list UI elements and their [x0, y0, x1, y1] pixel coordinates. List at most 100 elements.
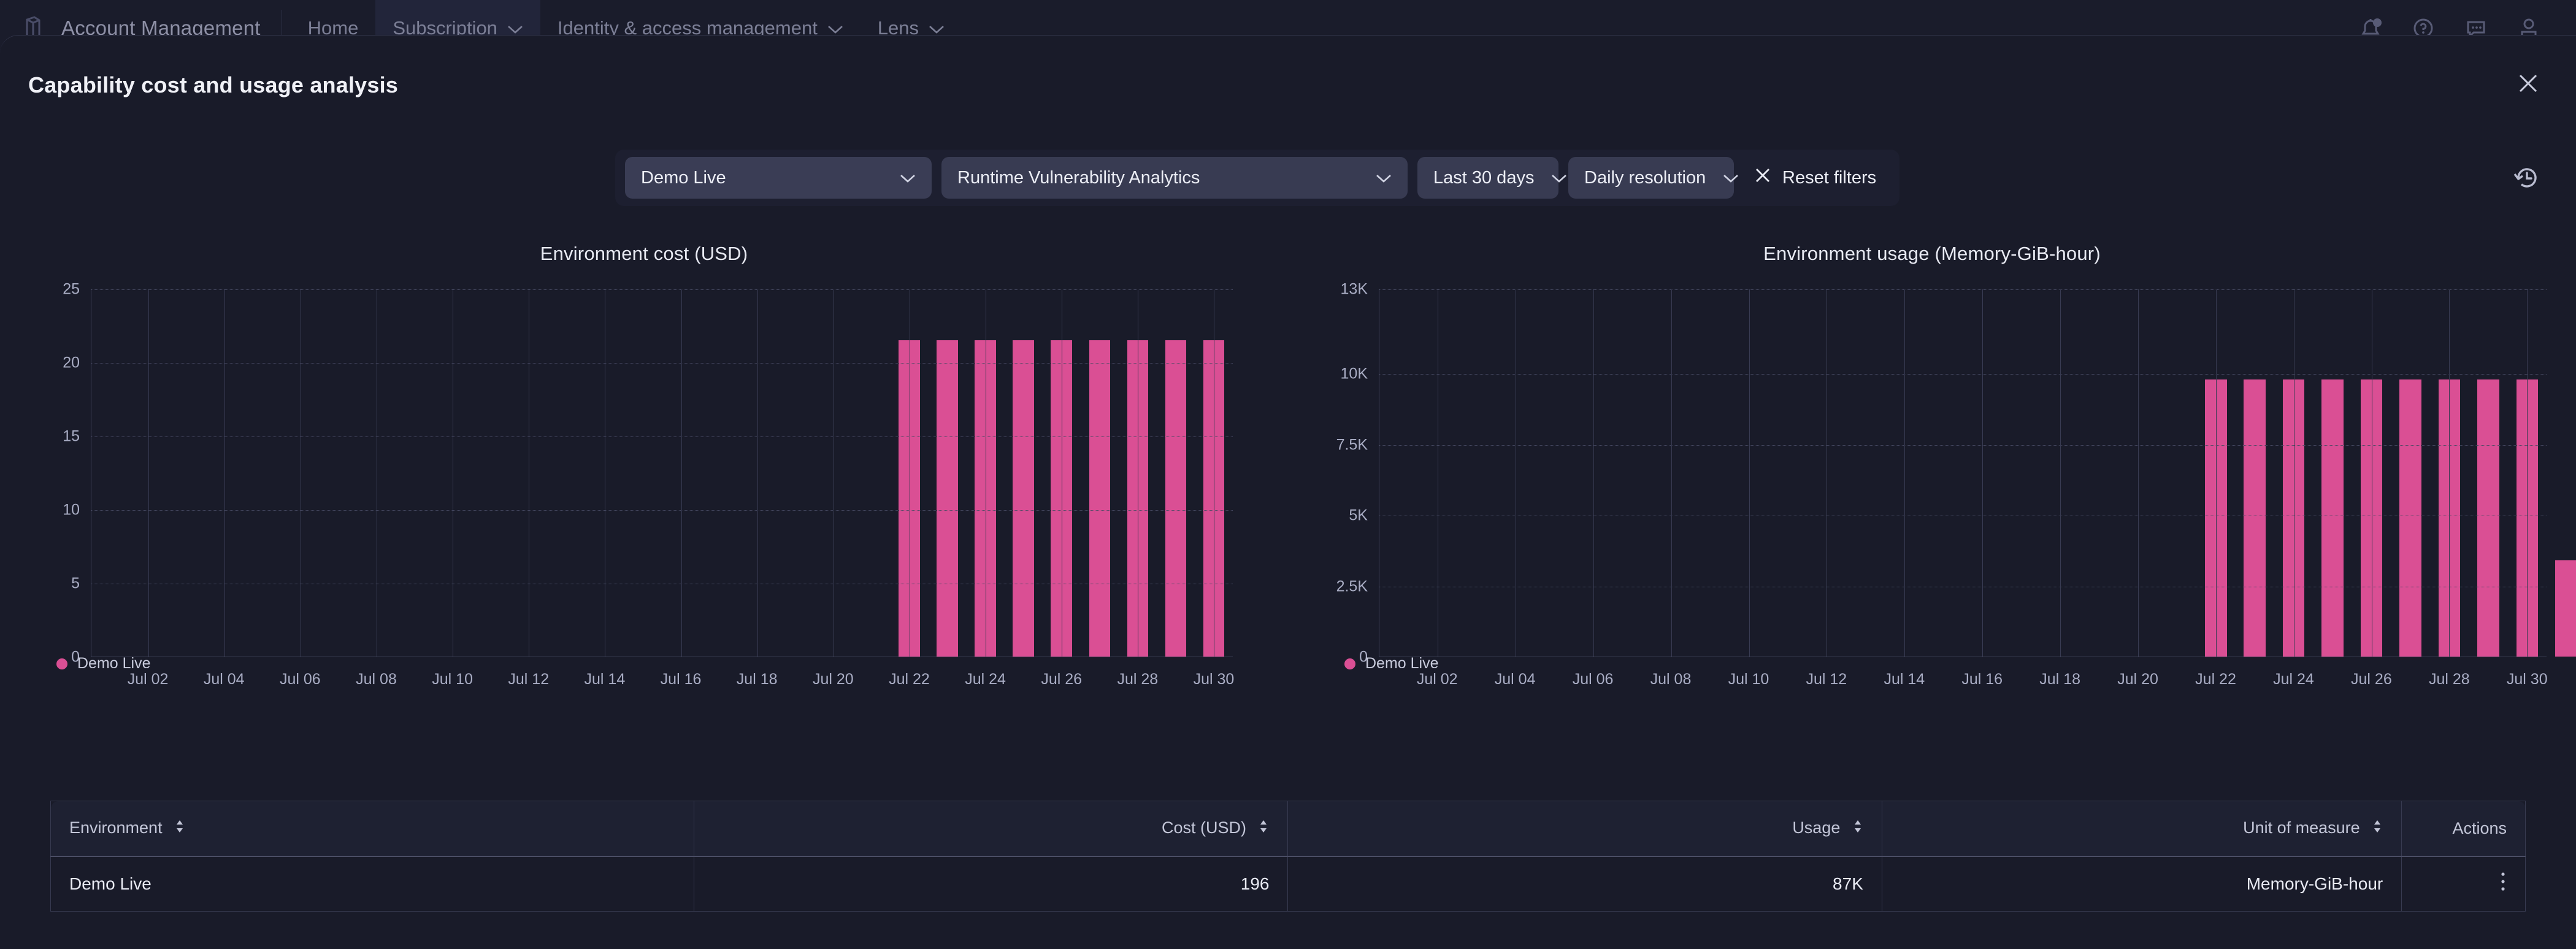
column-header-usage[interactable]: Usage: [1287, 801, 1882, 857]
y-axis-tick-label: 10K: [1340, 365, 1368, 383]
x-axis-tick-label: Jul 14: [1884, 671, 1925, 688]
y-axis-tick-label: 2.5K: [1336, 577, 1368, 595]
page-title: Capability cost and usage analysis: [28, 72, 399, 97]
y-axis-tick-label: 7.5K: [1336, 436, 1368, 454]
grid-line-vertical: [757, 289, 758, 657]
close-x-icon: [1754, 166, 1772, 189]
filter-bar: Demo Live Runtime Vulnerability Analytic…: [615, 150, 1900, 206]
chart-bar[interactable]: [1165, 340, 1187, 657]
grid-line-vertical: [148, 289, 150, 657]
grid-line-vertical: [1982, 289, 1984, 657]
capability-select-value: Runtime Vulnerability Analytics: [957, 167, 1200, 188]
x-axis-tick-label: Jul 12: [508, 671, 550, 688]
close-icon[interactable]: [2509, 64, 2548, 103]
x-axis-tick-label: Jul 24: [2273, 671, 2314, 688]
x-axis-tick-label: Jul 20: [2117, 671, 2158, 688]
x-axis-tick-label: Jul 18: [736, 671, 778, 688]
cell-usage: 87K: [1287, 856, 1882, 912]
sort-icon: [1852, 818, 1863, 839]
y-axis: 0 5 10 15 20 25: [0, 281, 91, 666]
sort-icon: [1258, 818, 1269, 839]
summary-table: Environment Cost (USD) Usage Unit of mea…: [50, 801, 2526, 912]
table-head: Environment Cost (USD) Usage Unit of mea…: [50, 801, 2526, 857]
x-axis-tick-label: Jul 26: [2351, 671, 2392, 688]
column-label: Environment: [69, 818, 163, 837]
x-axis-tick-label: Jul 24: [965, 671, 1006, 688]
x-axis-tick-label: Jul 06: [1572, 671, 1614, 688]
x-axis-tick-label: Jul 12: [1806, 671, 1847, 688]
chart-bar[interactable]: [1013, 340, 1035, 657]
y-axis: 0 2.5K 5K 7.5K 10K 13K: [1288, 281, 1379, 666]
plot-wrap: 0 2.5K 5K 7.5K 10K 13K Jul 02 Jul 04 Jul 06 Jul …: [1288, 281, 2576, 688]
grid-line-vertical: [1904, 289, 1906, 657]
x-axis-tick-label: Jul 28: [1117, 671, 1159, 688]
environment-select[interactable]: Demo Live: [625, 157, 932, 199]
chart-legend: Demo Live: [1344, 655, 1439, 673]
x-axis-tick-label: Jul 20: [812, 671, 854, 688]
x-axis-tick-label: Jul 06: [280, 671, 321, 688]
column-header-environment[interactable]: Environment: [50, 801, 695, 857]
grid-line-vertical: [2137, 289, 2139, 657]
x-axis: Jul 02 Jul 04 Jul 06 Jul 08 Jul 10 Jul 12 Jul …: [91, 665, 1235, 695]
cell-cost: 196: [694, 856, 1289, 912]
chart-bar[interactable]: [2244, 379, 2266, 657]
resolution-select[interactable]: Daily resolution: [1568, 157, 1739, 199]
x-axis-tick-label: Jul 08: [356, 671, 397, 688]
x-axis-tick-label: Jul 22: [889, 671, 930, 688]
x-axis-tick-label: Jul 04: [203, 671, 245, 688]
chart-title: Environment cost (USD): [540, 243, 748, 264]
plot-wrap: 0 5 10 15 20 25 Jul 02 Jul 04 Jul 06 Jul 08 Jul 1…: [0, 281, 1288, 688]
chevron-down-icon: [900, 168, 916, 188]
table-row[interactable]: Demo Live 196 87K Memory-GiB-hour: [50, 856, 2526, 912]
table-body: Demo Live 196 87K Memory-GiB-hour: [50, 856, 2526, 912]
cell-actions[interactable]: [2401, 856, 2526, 912]
chart-bar[interactable]: [937, 340, 959, 657]
column-label: Actions: [2452, 818, 2507, 837]
plot-area: [1379, 289, 2576, 657]
content-panel: Capability cost and usage analysis Demo …: [0, 35, 2576, 949]
chart-bar[interactable]: [2477, 379, 2499, 657]
x-axis-tick-label: Jul 10: [1728, 671, 1769, 688]
grid-line-vertical: [1671, 289, 1672, 657]
legend-color-swatch: [56, 658, 67, 669]
chart-bar[interactable]: [1089, 340, 1111, 657]
x-axis-tick-label: Jul 22: [2195, 671, 2236, 688]
x-axis-tick-label: Jul 10: [432, 671, 473, 688]
grid-line-vertical: [2060, 289, 2061, 657]
grid-line-vertical: [2527, 289, 2528, 657]
environment-select-value: Demo Live: [641, 167, 726, 188]
x-axis-tick-label: Jul 02: [127, 671, 169, 688]
column-header-cost[interactable]: Cost (USD): [694, 801, 1289, 857]
grid-line-vertical: [224, 289, 226, 657]
chart-bar[interactable]: [2321, 379, 2344, 657]
legend-label: Demo Live: [77, 655, 151, 672]
chevron-down-icon: [1551, 168, 1567, 188]
column-label: Unit of measure: [2243, 818, 2360, 837]
history-clock-icon[interactable]: [2506, 157, 2548, 199]
x-axis-tick-label: Jul 26: [1041, 671, 1083, 688]
kebab-menu-icon[interactable]: [2499, 871, 2507, 896]
chart-bar[interactable]: [2555, 560, 2576, 657]
capability-select[interactable]: Runtime Vulnerability Analytics: [941, 157, 1408, 199]
grid-line-vertical: [1593, 289, 1594, 657]
column-label: Cost (USD): [1161, 818, 1246, 837]
x-axis-tick-label: Jul 30: [2506, 671, 2548, 688]
sort-icon: [174, 818, 185, 839]
time-range-select-value: Last 30 days: [1433, 167, 1535, 188]
y-axis-tick-label: 15: [63, 427, 80, 445]
chart-bar[interactable]: [2399, 379, 2421, 657]
time-range-select[interactable]: Last 30 days: [1417, 157, 1567, 199]
chart-legend: Demo Live: [56, 655, 151, 673]
grid-line-vertical: [2215, 289, 2217, 657]
x-axis-tick-label: Jul 02: [1416, 671, 1458, 688]
legend-label: Demo Live: [1365, 655, 1439, 672]
y-axis-tick-label: 5: [71, 574, 80, 592]
column-header-actions: Actions: [2401, 801, 2526, 857]
reset-filters-button[interactable]: Reset filters: [1744, 157, 1890, 199]
column-header-unit-of-measure[interactable]: Unit of measure: [1882, 801, 2402, 857]
x-axis-tick-label: Jul 14: [584, 671, 626, 688]
x-axis-tick-label: Jul 04: [1494, 671, 1536, 688]
chevron-down-icon: [1376, 168, 1392, 188]
table-header-row: Environment Cost (USD) Usage Unit of mea…: [50, 801, 2526, 857]
reset-filters-label: Reset filters: [1782, 167, 1877, 188]
